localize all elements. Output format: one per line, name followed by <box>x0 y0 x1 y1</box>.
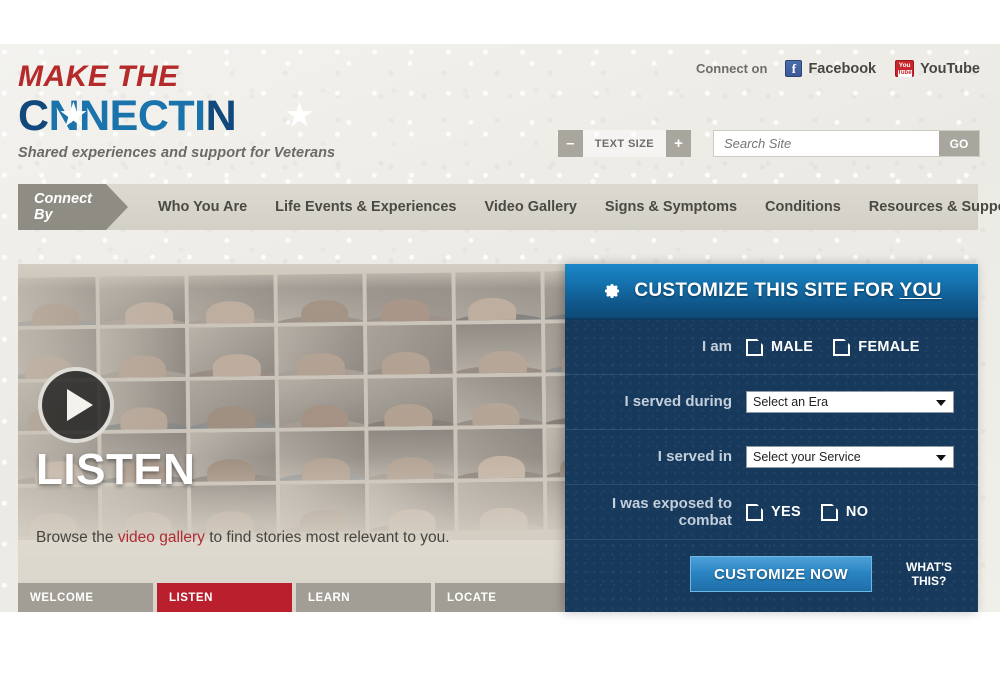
checkbox-combat-no-box <box>820 503 838 521</box>
nav-connect-by-tab[interactable]: Connect By <box>18 184 128 230</box>
text-size-increase-button[interactable]: + <box>666 130 691 157</box>
hero-caption: Browse the video gallery to find stories… <box>36 529 450 547</box>
nav-item-resources-support[interactable]: Resources & Support <box>855 199 1000 215</box>
whats-this-link[interactable]: WHAT'S THIS? <box>898 560 960 589</box>
customize-title-main: CUSTOMIZE THIS SITE FOR <box>634 280 900 301</box>
form-row-service: I served in Select your Service <box>565 430 978 485</box>
checkbox-female[interactable]: FEMALE <box>833 338 920 356</box>
page-root: MAKE THE CNNECTIN ★ ★ Shared experiences… <box>0 0 1000 688</box>
form-row-combat: I was exposed to combat YES NO <box>565 485 978 540</box>
select-service-value: Select your Service <box>753 450 861 464</box>
select-era-value: Select an Era <box>753 395 829 409</box>
site-logo[interactable]: MAKE THE CNNECTIN ★ ★ Shared experiences… <box>18 60 336 162</box>
checkbox-male[interactable]: MALE <box>746 338 814 356</box>
facebook-label: Facebook <box>808 60 877 77</box>
hero-title: LISTEN <box>36 445 196 494</box>
era-control: Select an Era <box>746 391 954 413</box>
facebook-icon: f <box>785 60 803 77</box>
star-icon-right: ★ <box>286 99 313 132</box>
search-go-button[interactable]: GO <box>939 131 979 156</box>
nav-item-who-you-are[interactable]: Who You Are <box>144 199 261 215</box>
youtube-icon-bottom: Tube <box>897 70 912 77</box>
whats-this-line-2: THIS? <box>911 574 947 588</box>
checkbox-combat-no-label: NO <box>845 504 869 520</box>
youtube-link[interactable]: You Tube YouTube <box>895 60 980 77</box>
customize-title-emphasis: YOU <box>899 280 942 301</box>
nav-item-video-gallery[interactable]: Video Gallery <box>470 199 590 215</box>
label-i-am: I am <box>701 338 732 356</box>
chevron-down-icon-service <box>936 455 946 461</box>
customize-now-button[interactable]: CUSTOMIZE NOW <box>690 556 872 592</box>
select-era[interactable]: Select an Era <box>746 391 954 413</box>
logo-line-connection: CNNECTIN ★ ★ <box>18 95 335 138</box>
text-size-decrease-button[interactable]: – <box>557 130 583 157</box>
select-service[interactable]: Select your Service <box>746 446 954 468</box>
connect-on-label: Connect on <box>695 61 768 76</box>
logo-tagline: Shared experiences and support for Veter… <box>18 145 336 161</box>
text-size-label: TEXT SIZE <box>594 137 654 150</box>
checkbox-combat-yes-box <box>746 503 763 521</box>
tab-listen[interactable]: LISTEN <box>157 583 292 612</box>
youtube-icon: You Tube <box>895 60 915 77</box>
whats-this-line-1: WHAT'S <box>906 559 952 574</box>
checkbox-male-label: MALE <box>771 339 814 355</box>
customize-panel-actions: CUSTOMIZE NOW WHAT'S THIS? <box>565 540 978 592</box>
site-header: MAKE THE CNNECTIN ★ ★ Shared experiences… <box>0 44 1000 184</box>
combat-options: YES NO <box>746 503 869 521</box>
play-video-button[interactable] <box>38 367 114 443</box>
gender-options: MALE FEMALE <box>746 338 920 356</box>
form-row-gender: I am MALE FEMALE <box>565 320 978 375</box>
customize-panel-title: CUSTOMIZE THIS SITE FOR YOU <box>634 280 941 302</box>
hero-caption-after: to find stories most relevant to you. <box>204 529 450 546</box>
checkbox-female-box <box>833 338 851 356</box>
play-icon <box>66 389 93 421</box>
main-navigation: Connect By Who You Are Life Events & Exp… <box>18 184 1000 230</box>
social-links: Connect on f Facebook You Tube YouTube <box>696 60 980 77</box>
tab-locate[interactable]: LOCATE <box>435 583 570 612</box>
logo-line-make-the: MAKE THE <box>18 60 179 93</box>
youtube-icon-top: You <box>898 62 911 69</box>
nav-item-conditions[interactable]: Conditions <box>751 199 855 215</box>
customize-panel: CUSTOMIZE THIS SITE FOR YOU I am MALE FE… <box>565 264 978 612</box>
logo-letter-n: N <box>205 92 237 140</box>
logo-letters-nnecti: NNECTI <box>48 92 207 140</box>
header-controls: – TEXT SIZE + GO <box>557 130 980 157</box>
tab-learn[interactable]: LEARN <box>296 583 431 612</box>
label-i-served-in: I served in <box>657 448 732 466</box>
label-i-served-during: I served during <box>624 393 732 411</box>
video-gallery-link[interactable]: video gallery <box>118 529 205 546</box>
checkbox-combat-yes[interactable]: YES <box>746 503 801 521</box>
nav-item-signs-symptoms[interactable]: Signs & Symptoms <box>591 199 751 215</box>
hero-caption-before: Browse the <box>36 529 118 546</box>
checkbox-combat-yes-label: YES <box>771 504 801 520</box>
search-input[interactable] <box>714 131 939 156</box>
tab-welcome[interactable]: WELCOME <box>18 583 153 612</box>
checkbox-male-box <box>746 338 763 356</box>
gear-icon <box>605 283 620 298</box>
form-row-era: I served during Select an Era <box>565 375 978 430</box>
logo-letter-c: C <box>18 92 49 140</box>
checkbox-combat-no[interactable]: NO <box>820 503 869 521</box>
search-form: GO <box>713 130 980 157</box>
text-size-control: – TEXT SIZE + <box>557 130 691 157</box>
service-control: Select your Service <box>746 446 954 468</box>
youtube-label: YouTube <box>920 60 980 77</box>
checkbox-female-label: FEMALE <box>858 339 920 355</box>
label-exposed-to-combat: I was exposed to combat <box>611 494 732 529</box>
customize-panel-header: CUSTOMIZE THIS SITE FOR YOU <box>565 264 978 320</box>
facebook-link[interactable]: f Facebook <box>785 60 876 77</box>
chevron-down-icon-era <box>936 400 946 406</box>
nav-item-life-events[interactable]: Life Events & Experiences <box>261 199 470 215</box>
nav-item-list: Who You Are Life Events & Experiences Vi… <box>144 184 1000 230</box>
